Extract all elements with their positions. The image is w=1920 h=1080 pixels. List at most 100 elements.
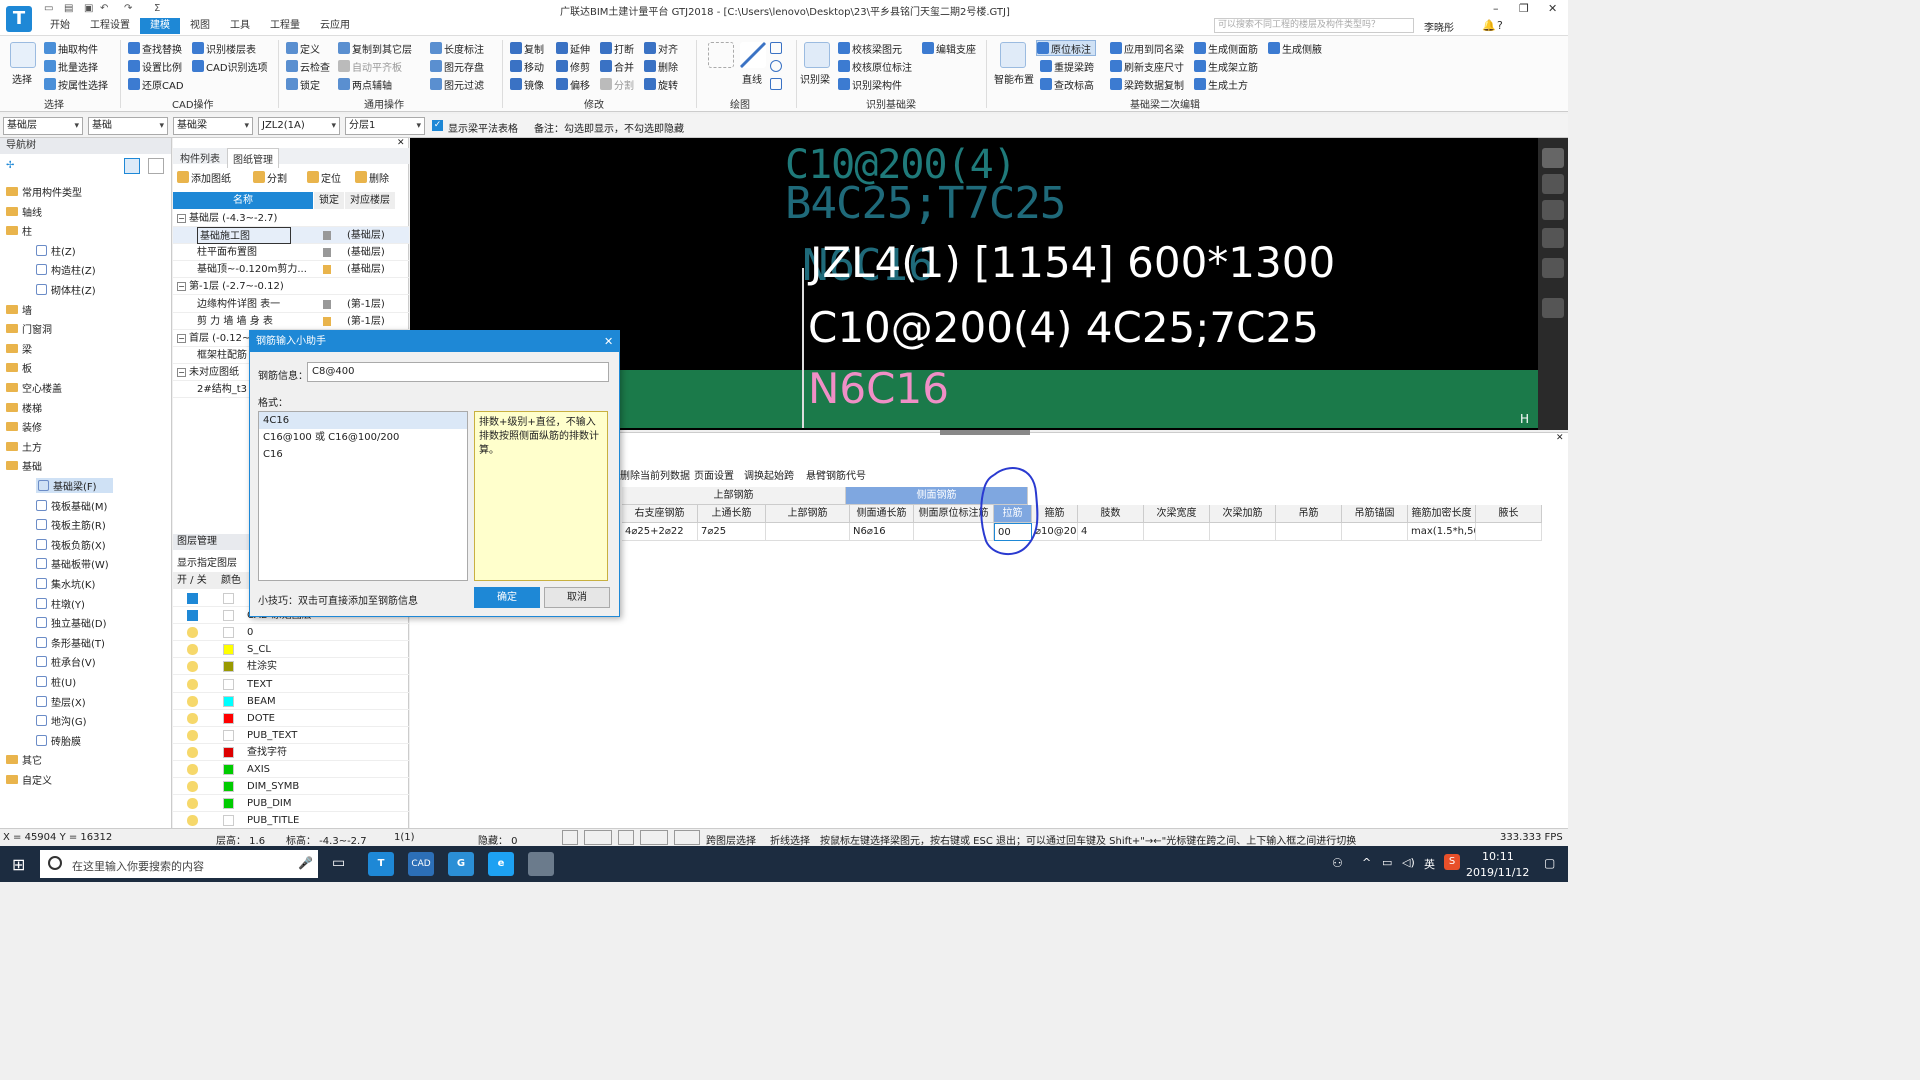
lock-icon[interactable] bbox=[323, 316, 331, 326]
layer-row[interactable]: PUB_TITLE bbox=[173, 812, 409, 830]
table-cell[interactable]: 4⌀25+2⌀22 bbox=[622, 523, 698, 541]
show-table-checkbox[interactable]: ✓ bbox=[432, 120, 443, 131]
identify-floor-table-button[interactable]: 识别楼层表 bbox=[192, 40, 256, 56]
panel-close-icon[interactable]: ✕ bbox=[397, 138, 405, 148]
rotate-view-icon[interactable] bbox=[1542, 258, 1564, 278]
nav-folder[interactable]: 基础 bbox=[6, 458, 42, 473]
layer-row[interactable]: DOTE bbox=[173, 710, 409, 727]
line-button[interactable]: 直线 bbox=[742, 70, 762, 86]
break-button[interactable]: 打断 bbox=[600, 40, 634, 56]
split-drawing-button[interactable]: 分割 bbox=[253, 169, 287, 185]
restore-button[interactable]: ❐ bbox=[1519, 2, 1529, 15]
element-filter-button[interactable]: 图元过滤 bbox=[430, 76, 484, 92]
rect-button[interactable] bbox=[770, 76, 782, 92]
collapse-icon[interactable]: − bbox=[177, 333, 186, 343]
ime-indicator[interactable]: 英 bbox=[1424, 856, 1435, 872]
nav-item[interactable]: 集水坑(K) bbox=[36, 576, 95, 591]
smart-layout-icon[interactable] bbox=[1000, 42, 1026, 68]
respan-button[interactable]: 重提梁跨 bbox=[1040, 58, 1094, 74]
menu-item[interactable]: 云应用 bbox=[310, 18, 360, 34]
layer-color-swatch[interactable] bbox=[223, 798, 234, 810]
swap-start-span-button[interactable]: 调换起始跨 bbox=[744, 467, 794, 482]
earthwork-button[interactable]: 生成土方 bbox=[1194, 76, 1248, 92]
set-scale-button[interactable]: 设置比例 bbox=[128, 58, 182, 74]
bulb-icon[interactable] bbox=[187, 729, 198, 741]
rebar-info-input[interactable]: C8@400 bbox=[307, 362, 609, 382]
tray-expand-icon[interactable]: ^ bbox=[1362, 856, 1371, 869]
menu-item[interactable]: 建模 bbox=[140, 18, 180, 34]
cad-options-button[interactable]: CAD识别选项 bbox=[192, 58, 268, 74]
merge-button[interactable]: 合并 bbox=[600, 58, 634, 74]
restore-cad-button[interactable]: 还原CAD bbox=[128, 76, 184, 92]
dialog-close-icon[interactable]: ✕ bbox=[604, 335, 613, 348]
table-cell[interactable] bbox=[1342, 523, 1408, 541]
drawing-row[interactable]: 基础顶~-0.120m剪力... (基础层) bbox=[173, 261, 409, 279]
layer-row[interactable]: PUB_TEXT bbox=[173, 727, 409, 744]
bulb-icon[interactable] bbox=[187, 798, 198, 810]
layer-row[interactable]: S_CL bbox=[173, 641, 409, 659]
bulb-icon[interactable] bbox=[187, 695, 198, 707]
app-logo[interactable]: T bbox=[6, 6, 32, 32]
search-input[interactable]: 可以搜索不同工程的楼层及构件类型吗？ bbox=[1214, 18, 1414, 33]
network-icon[interactable]: ▭ bbox=[1382, 856, 1392, 869]
nav-folder[interactable]: 其它 bbox=[6, 752, 42, 767]
category-select[interactable]: 基础 bbox=[88, 117, 168, 135]
layer-row[interactable]: 0 bbox=[173, 624, 409, 642]
layer-row[interactable]: 柱涂实 bbox=[173, 658, 409, 676]
lock-icon[interactable] bbox=[323, 265, 331, 275]
format-option[interactable]: C16@100 或 C16@100/200 bbox=[259, 429, 467, 446]
table-cell[interactable] bbox=[766, 523, 850, 541]
table-cell[interactable]: N6⌀16 bbox=[850, 523, 914, 541]
define-button[interactable]: 定义 bbox=[286, 40, 320, 56]
collapse-icon[interactable]: − bbox=[177, 367, 186, 377]
layer-color-swatch[interactable] bbox=[223, 781, 234, 793]
collapse-icon[interactable]: − bbox=[177, 214, 186, 223]
span-layer-select-button[interactable]: 跨图层选择 bbox=[706, 832, 756, 847]
grid-toggle[interactable] bbox=[618, 830, 634, 845]
bulb-icon[interactable] bbox=[187, 661, 198, 673]
taskbar-search[interactable]: 在这里输入你要搜索的内容 🎤 bbox=[40, 850, 318, 878]
drawing-row[interactable]: − 第-1层 (-2.7~-0.12) bbox=[173, 278, 409, 296]
mirror-button[interactable]: 镜像 bbox=[510, 76, 544, 92]
table-cell[interactable] bbox=[1476, 523, 1542, 541]
undo-icon[interactable]: ↶ bbox=[100, 3, 114, 15]
split-button[interactable]: 分割 bbox=[600, 76, 634, 92]
microphone-icon[interactable]: 🎤 bbox=[298, 856, 313, 870]
nav-item[interactable]: 砌体柱(Z) bbox=[36, 282, 96, 297]
nav-item[interactable]: 筏板负筋(X) bbox=[36, 537, 106, 552]
top-view-icon[interactable] bbox=[1542, 200, 1564, 220]
batch-select-button[interactable]: 批量选择 bbox=[44, 58, 98, 74]
layer-color-swatch[interactable] bbox=[223, 661, 234, 673]
box-view-icon[interactable] bbox=[1542, 228, 1564, 248]
nav-item[interactable]: 筏板基础(M) bbox=[36, 498, 107, 513]
table-cell[interactable]: max(1.5*h,500) bbox=[1408, 523, 1476, 541]
user-name[interactable]: 李晓彤 bbox=[1424, 19, 1454, 34]
windows-start-icon[interactable]: ⊞ bbox=[12, 855, 25, 874]
format-option[interactable]: 4C16 bbox=[259, 412, 467, 429]
pin-icon[interactable]: ✢ bbox=[6, 160, 14, 171]
sogou-icon[interactable]: S bbox=[1444, 854, 1460, 870]
nav-folder[interactable]: 墙 bbox=[6, 302, 32, 317]
side-rebar-button[interactable]: 生成侧面筋 bbox=[1194, 40, 1258, 56]
inplace-annotation-button[interactable]: 原位标注 bbox=[1036, 40, 1096, 56]
layer-checkbox[interactable] bbox=[187, 610, 198, 622]
open-icon[interactable]: ▤ bbox=[64, 3, 78, 15]
bulb-icon[interactable] bbox=[187, 627, 198, 639]
layer-select[interactable]: 分层1 bbox=[345, 117, 425, 135]
drawing-row[interactable]: 基础施工图 (基础层) bbox=[173, 227, 409, 245]
delete-button[interactable]: 删除 bbox=[644, 58, 678, 74]
layer-color-swatch[interactable] bbox=[223, 627, 234, 639]
bulb-icon[interactable] bbox=[187, 746, 198, 758]
offset-button[interactable]: 偏移 bbox=[556, 76, 590, 92]
bell-icon[interactable]: 🔔 bbox=[1482, 19, 1496, 32]
redo-icon[interactable]: ↷ bbox=[124, 3, 138, 15]
copy-to-floor-button[interactable]: 复制到其它层 bbox=[338, 40, 412, 56]
3d-view-icon[interactable] bbox=[1542, 174, 1564, 194]
people-icon[interactable]: ⚇ bbox=[1332, 856, 1343, 870]
circle-button[interactable] bbox=[770, 58, 782, 74]
zoom-icon[interactable] bbox=[1542, 298, 1564, 318]
nav-item[interactable]: 基础梁(F) bbox=[36, 478, 113, 493]
tab-element-list[interactable]: 构件列表 bbox=[175, 148, 225, 167]
type-select[interactable]: 基础梁 bbox=[173, 117, 253, 135]
table-cell[interactable]: 4 bbox=[1078, 523, 1144, 541]
